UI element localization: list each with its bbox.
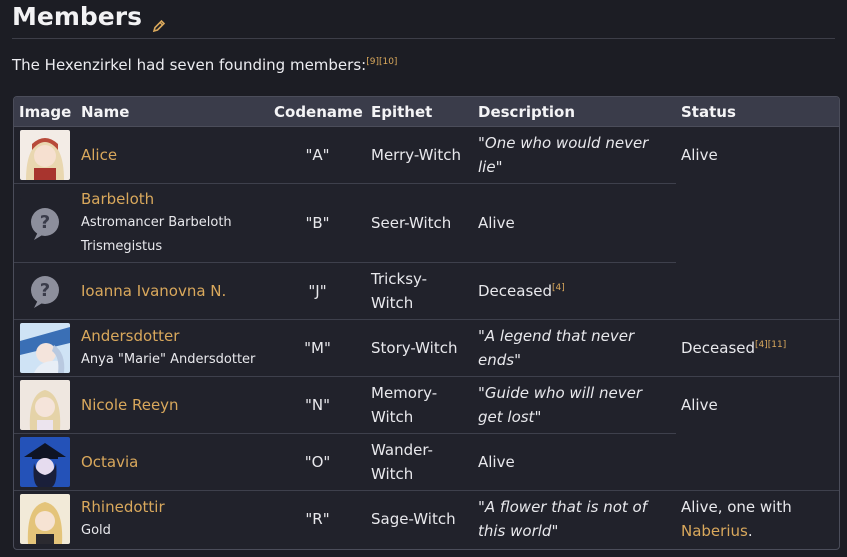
name-cell: Nicole Reeyn	[76, 376, 269, 434]
table-row: Andersdotter Anya "Marie" Andersdotter "…	[14, 319, 839, 377]
octavia-portrait[interactable]	[20, 437, 70, 487]
codename-cell: "R"	[269, 490, 366, 548]
status-citations[interactable]: [4]	[552, 283, 565, 293]
status-cell: Alive, one with Naberius.	[676, 490, 839, 548]
alice-portrait[interactable]	[20, 130, 70, 180]
image-cell	[14, 126, 76, 184]
epithet-cell: Memory-Witch	[366, 376, 473, 434]
member-name-link[interactable]: Barbeloth	[81, 187, 264, 211]
svg-text:?: ?	[40, 212, 50, 233]
name-cell: Octavia	[76, 433, 269, 491]
header-name: Name	[76, 97, 269, 127]
member-name-link[interactable]: Nicole Reeyn	[81, 393, 264, 417]
codename-cell: "J"	[269, 262, 366, 320]
status-cell: Deceased[4]	[473, 262, 676, 320]
codename-cell: "O"	[269, 433, 366, 491]
name-cell: Alice	[76, 126, 269, 184]
status-cell: Alive	[676, 126, 839, 184]
member-name-link[interactable]: Andersdotter	[81, 324, 264, 348]
member-full-name: Anya "Marie" Andersdotter	[81, 352, 256, 367]
table-row: ? Barbeloth Astromancer Barbeloth Trisme…	[14, 183, 839, 263]
table-row: Octavia "O" Wander-Witch Alive	[14, 433, 839, 491]
member-name-link[interactable]: Rhinedottir	[81, 495, 264, 519]
member-name-link[interactable]: Octavia	[81, 450, 264, 474]
status-text: Alive	[478, 214, 515, 232]
image-cell	[14, 319, 76, 377]
epithet-cell: Sage-Witch	[366, 490, 473, 548]
nicole-portrait[interactable]	[20, 380, 70, 430]
status-text: Alive	[478, 453, 515, 471]
member-full-name: Astromancer Barbeloth Trismegistus	[81, 215, 232, 254]
rhinedottir-portrait[interactable]	[20, 494, 70, 545]
member-full-name: Gold	[81, 523, 111, 539]
andersdotter-portrait[interactable]	[20, 323, 70, 373]
image-cell	[14, 490, 76, 548]
table-row: Nicole Reeyn "N" Memory-Witch "Guide who…	[14, 376, 839, 434]
image-cell: ?	[14, 183, 76, 263]
unknown-icon[interactable]: ?	[20, 198, 70, 248]
status-cell: Alive	[473, 183, 676, 263]
status-citations[interactable]: [4][11]	[755, 340, 786, 350]
status-text: Alive	[681, 146, 718, 165]
codename-cell: "M"	[269, 319, 366, 377]
name-cell: Barbeloth Astromancer Barbeloth Trismegi…	[76, 183, 269, 263]
section-title: Members	[12, 2, 166, 32]
table-row: Alice "A" Merry-Witch "One who would nev…	[14, 126, 839, 184]
member-name-link[interactable]: Ioanna Ivanovna N.	[81, 279, 264, 303]
members-table-wrapper: Image Name Codename Epithet Description …	[13, 96, 840, 550]
unknown-icon[interactable]: ?	[20, 266, 70, 316]
status-text: Alive, one with	[681, 498, 792, 517]
table-row: Rhinedottir Gold "R" Sage-Witch "A flowe…	[14, 490, 839, 548]
description-cell: "A flower that is not of this world"	[473, 490, 676, 548]
epithet-cell: Wander-Witch	[366, 433, 473, 491]
intro-paragraph: The Hexenzirkel had seven founding membe…	[12, 56, 397, 74]
status-cell: Deceased[4][11]	[676, 319, 839, 377]
table-header-row: Image Name Codename Epithet Description …	[14, 97, 839, 127]
status-text: Alive	[681, 396, 718, 415]
image-cell	[14, 376, 76, 434]
header-codename: Codename	[269, 97, 366, 127]
codename-cell: "N"	[269, 376, 366, 434]
image-cell: ?	[14, 262, 76, 320]
codename-cell: "A"	[269, 126, 366, 184]
header-status: Status	[676, 97, 839, 127]
status-end: .	[747, 522, 753, 541]
name-cell: Ioanna Ivanovna N.	[76, 262, 269, 320]
header-description: Description	[473, 97, 676, 127]
epithet-cell: Merry-Witch	[366, 126, 473, 184]
member-name-link[interactable]: Alice	[81, 143, 264, 167]
members-table: Image Name Codename Epithet Description …	[14, 97, 839, 548]
status-text: Deceased	[681, 339, 756, 357]
status-link[interactable]: Naberius	[681, 522, 748, 540]
status-text: Deceased	[478, 282, 553, 300]
table-row: ? Ioanna Ivanovna N. "J" Tricksy-Witch D…	[14, 262, 839, 320]
title-divider	[12, 38, 835, 39]
status-cell: Alive	[473, 433, 676, 491]
svg-text:?: ?	[40, 280, 50, 301]
epithet-cell: Story-Witch	[366, 319, 473, 377]
image-cell	[14, 433, 76, 491]
epithet-cell: Tricksy-Witch	[366, 262, 473, 320]
intro-text: The Hexenzirkel had seven founding membe…	[12, 56, 367, 74]
codename-cell: "B"	[269, 183, 366, 263]
status-cell: Alive	[676, 376, 839, 434]
name-cell: Andersdotter Anya "Marie" Andersdotter	[76, 319, 269, 377]
description-cell: "A legend that never ends"	[473, 319, 676, 377]
header-epithet: Epithet	[366, 97, 473, 127]
pencil-icon[interactable]	[152, 10, 166, 32]
epithet-cell: Seer-Witch	[366, 183, 473, 263]
section-title-text: Members	[12, 2, 142, 31]
intro-citations[interactable]: [9][10]	[366, 57, 397, 67]
description-cell: "Guide who will never get lost"	[473, 376, 676, 434]
description-cell: "One who would never lie"	[473, 126, 676, 184]
header-image: Image	[14, 97, 76, 127]
name-cell: Rhinedottir Gold	[76, 490, 269, 548]
